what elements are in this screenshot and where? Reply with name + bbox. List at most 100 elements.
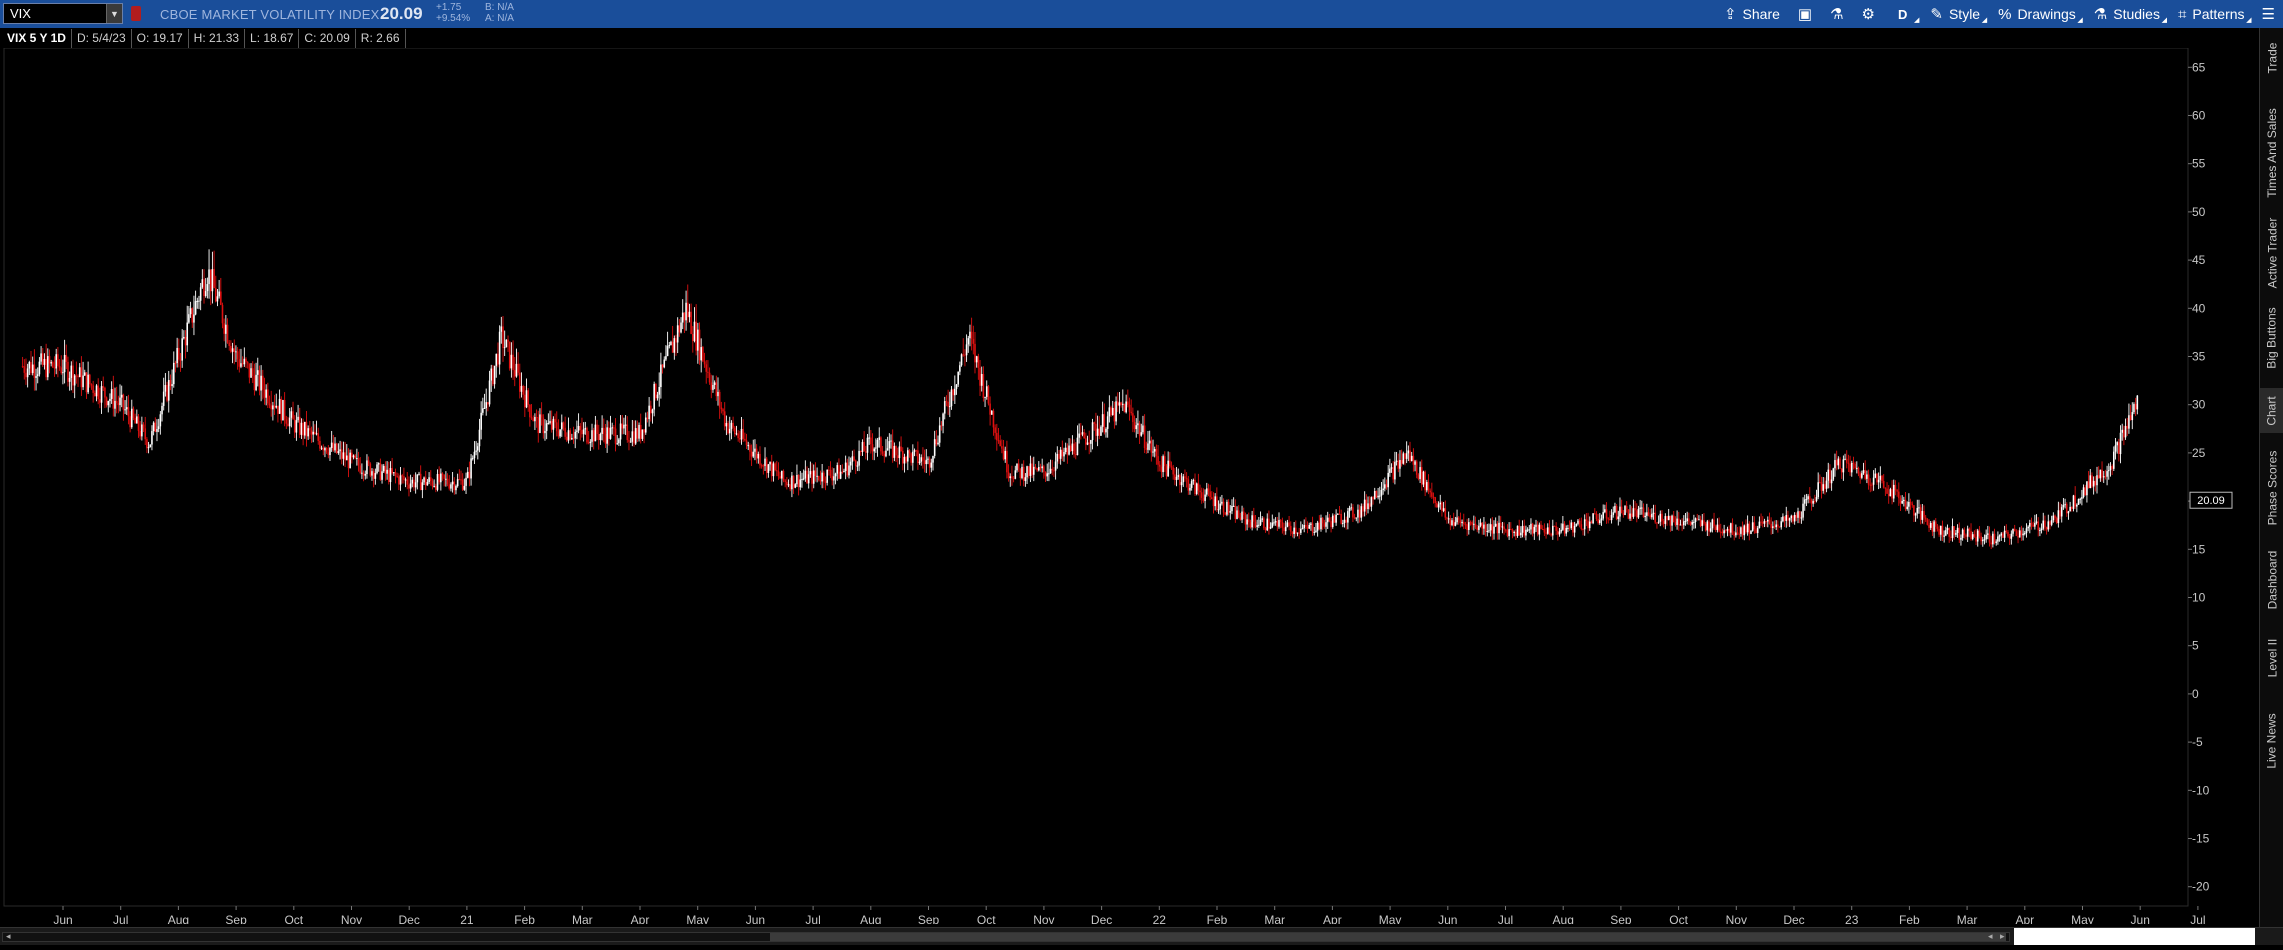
menu-button[interactable]: ☰ xyxy=(2254,0,2283,28)
chevron-down-icon[interactable]: ▼ xyxy=(106,4,122,23)
candle-body xyxy=(1276,521,1279,527)
candle-body xyxy=(2074,495,2076,507)
scroll-thumb[interactable] xyxy=(770,933,2006,941)
candle-body xyxy=(574,431,577,439)
candle-body xyxy=(1798,511,1801,518)
candle-body xyxy=(742,428,744,439)
candle-body xyxy=(823,472,825,482)
candle-body xyxy=(1716,524,1719,530)
drawings-button[interactable]: % Drawings ◢ xyxy=(1989,0,2085,28)
y-tick-label: 55 xyxy=(2192,157,2206,171)
candle-body xyxy=(1684,521,1687,523)
candle-body xyxy=(1331,515,1334,527)
candle-body xyxy=(765,458,768,473)
scroll-left-icon[interactable]: ◂ xyxy=(6,931,11,942)
candle-body xyxy=(1766,519,1769,522)
link-lock-icon[interactable] xyxy=(131,6,141,21)
settings-button[interactable]: ⚙ xyxy=(1853,0,1884,28)
candle-body xyxy=(1019,468,1022,479)
tab-chart[interactable]: Chart xyxy=(2260,388,2283,433)
candle-body xyxy=(782,470,785,481)
candle-body xyxy=(52,362,54,368)
candle-body xyxy=(1617,516,1620,520)
tab-phase-scores[interactable]: Phase Scores xyxy=(2260,440,2283,535)
candle-body xyxy=(273,405,276,408)
scroll-right-icon[interactable]: ▸ xyxy=(2000,931,2005,942)
candle-body xyxy=(1279,519,1282,523)
tab-big-buttons[interactable]: Big Buttons xyxy=(2260,298,2283,378)
tab-active-trader[interactable]: Active Trader xyxy=(2260,210,2283,295)
candle-body xyxy=(604,434,607,444)
candle-body xyxy=(2047,521,2050,530)
candle-body xyxy=(2107,470,2110,472)
style-button[interactable]: ✎ Style ◢ xyxy=(1921,0,1989,28)
candle-body xyxy=(455,486,457,491)
candle-body xyxy=(896,455,899,459)
candle-body xyxy=(495,353,498,366)
price-chart[interactable]: 65605550454035302520151050-5-10-15-20Jun… xyxy=(0,48,2260,924)
candle-body xyxy=(954,388,956,396)
candle-body xyxy=(2022,533,2024,536)
candle-body xyxy=(337,451,340,453)
patterns-button[interactable]: ⌗ Patterns ◢ xyxy=(2169,0,2254,28)
tab-level-ii[interactable]: Level II xyxy=(2260,628,2283,688)
candle-body xyxy=(836,465,839,474)
share-button[interactable]: ⇪ Share xyxy=(1715,0,1789,28)
candle-body xyxy=(1812,500,1814,504)
candle-body xyxy=(718,391,721,408)
candle-body xyxy=(1169,460,1171,467)
candle-body xyxy=(930,462,933,468)
chart-scrollbar[interactable]: ◂ ◂ ▸ xyxy=(0,927,2283,945)
candle-body xyxy=(841,471,844,473)
candle-body xyxy=(1395,460,1398,462)
candle-body xyxy=(623,424,625,429)
candle-body xyxy=(571,437,573,440)
candle-body xyxy=(1160,466,1163,473)
candle-body xyxy=(114,400,116,409)
candle-body xyxy=(1227,501,1230,513)
candle-body xyxy=(646,417,649,420)
candle-body xyxy=(1121,403,1124,405)
candle-body xyxy=(1602,512,1604,519)
aggregation-period-button[interactable]: D ◢ xyxy=(1884,0,1921,28)
scroll-prev-icon[interactable]: ◂ xyxy=(1988,931,1993,942)
tab-trade[interactable]: Trade xyxy=(2260,38,2283,78)
candle-body xyxy=(680,322,682,333)
x-tick-label: Feb xyxy=(1207,913,1228,924)
candle-body xyxy=(2124,425,2127,438)
flask-button[interactable]: ⚗ xyxy=(1821,0,1852,28)
candle-body xyxy=(1397,460,1400,469)
candle-body xyxy=(1644,515,1646,518)
x-tick-label: Jun xyxy=(53,913,72,924)
chart-svg[interactable]: 65605550454035302520151050-5-10-15-20Jun… xyxy=(0,48,2260,924)
candle-body xyxy=(38,361,41,375)
candle-body xyxy=(1232,505,1235,507)
x-tick-label: Apr xyxy=(631,913,650,924)
tab-dashboard[interactable]: Dashboard xyxy=(2260,540,2283,620)
tab-label: Dashboard xyxy=(2265,550,2279,610)
candle-body xyxy=(2000,533,2003,536)
candle-body xyxy=(834,473,837,477)
candle-body xyxy=(1753,522,1756,530)
candle-body xyxy=(283,400,286,420)
candle-body xyxy=(1479,522,1482,526)
gallery-button[interactable]: ▣ xyxy=(1789,0,1821,28)
candle-body xyxy=(1619,506,1621,517)
symbol-input[interactable]: VIX xyxy=(4,6,106,21)
candle-body xyxy=(769,461,771,465)
candle-body xyxy=(1357,509,1359,518)
y-tick-label: -10 xyxy=(2192,783,2210,797)
tab-live-news[interactable]: Live News xyxy=(2260,698,2283,783)
symbol-selector[interactable]: VIX ▼ xyxy=(3,3,123,24)
candle-body xyxy=(382,465,385,472)
tab-times-and-sales[interactable]: Times And Sales xyxy=(2260,100,2283,205)
candle-body xyxy=(95,385,98,397)
candle-body xyxy=(112,389,115,409)
candle-body xyxy=(1844,458,1846,460)
candle-body xyxy=(167,380,170,401)
info-range: R: 2.66 xyxy=(356,29,406,48)
x-tick-label: 23 xyxy=(1845,913,1859,924)
candle-body xyxy=(1452,520,1455,526)
candle-body xyxy=(199,287,202,301)
studies-button[interactable]: ⚗ Studies ◢ xyxy=(2085,0,2169,28)
